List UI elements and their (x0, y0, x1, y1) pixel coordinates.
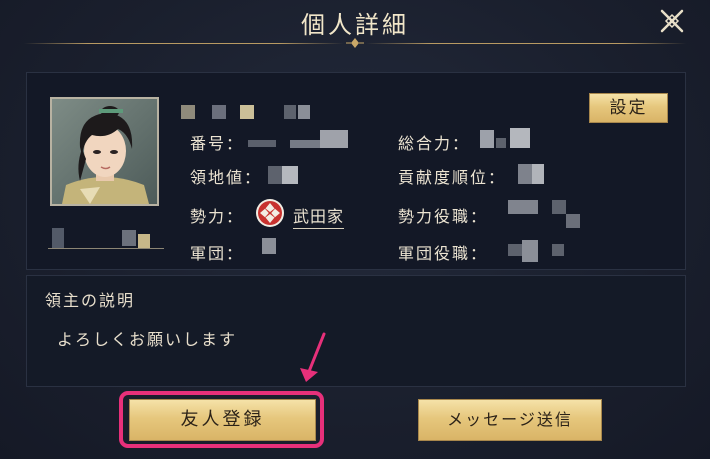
censored-faction-role (552, 200, 566, 214)
censored-number (290, 140, 320, 148)
censored-territory (282, 166, 298, 184)
total-power-label: 総合力： (398, 134, 471, 153)
territory-label: 領地値： (190, 168, 263, 187)
pointer-arrow-icon (300, 332, 326, 382)
censored-faction-role (566, 214, 580, 228)
censored-rank (532, 164, 544, 184)
censored-corps-role (522, 240, 538, 262)
description-title: 領主の説明 (45, 291, 136, 310)
title-ornament-icon (346, 38, 364, 48)
faction-role-label: 勢力役職： (398, 207, 489, 226)
censored-username (240, 105, 254, 119)
title-divider-left (24, 43, 344, 44)
corps-role-label: 軍団役職： (398, 244, 489, 263)
censored-username (298, 105, 310, 119)
portrait-image (52, 99, 157, 204)
profile-dialog: 個人詳細 設定 番号： 領地値： 勢力： 武田家 軍団： 総合力： 貢献度順位：… (0, 0, 710, 459)
player-name-underline (48, 248, 164, 249)
settings-button[interactable]: 設定 (589, 93, 668, 123)
censored-total-power (480, 130, 494, 148)
censored-username (212, 105, 226, 119)
add-friend-button-label: 友人登録 (180, 409, 265, 430)
corps-label: 軍団： (190, 244, 245, 263)
settings-button-label: 設定 (609, 98, 648, 118)
censored-username (181, 105, 195, 119)
censored-total-power (496, 138, 506, 148)
takeda-crest-icon (256, 199, 284, 227)
description-text: よろしくお願いします (57, 330, 238, 349)
censored-rank (518, 164, 532, 184)
censored-name (138, 234, 150, 248)
censored-territory (268, 166, 282, 184)
close-icon[interactable] (657, 6, 687, 36)
page-title: 個人詳細 (301, 11, 409, 39)
contribution-rank-label: 貢献度順位： (398, 168, 507, 187)
faction-label: 勢力： (190, 207, 245, 226)
title-divider-right (366, 43, 686, 44)
add-friend-button[interactable]: 友人登録 (129, 399, 316, 441)
censored-number (248, 140, 276, 147)
faction-link[interactable]: 武田家 (293, 203, 345, 229)
avatar (50, 97, 159, 206)
send-message-button-label: メッセージ送信 (447, 410, 573, 429)
censored-corps-role (552, 244, 564, 256)
censored-name (52, 228, 64, 248)
censored-username (284, 105, 296, 119)
censored-number (320, 130, 348, 148)
censored-corps (262, 238, 276, 254)
censored-name (122, 230, 136, 246)
send-message-button[interactable]: メッセージ送信 (418, 399, 602, 441)
censored-faction-role (508, 200, 538, 214)
number-label: 番号： (190, 134, 245, 153)
censored-corps-role (508, 244, 522, 256)
censored-total-power (510, 128, 530, 148)
